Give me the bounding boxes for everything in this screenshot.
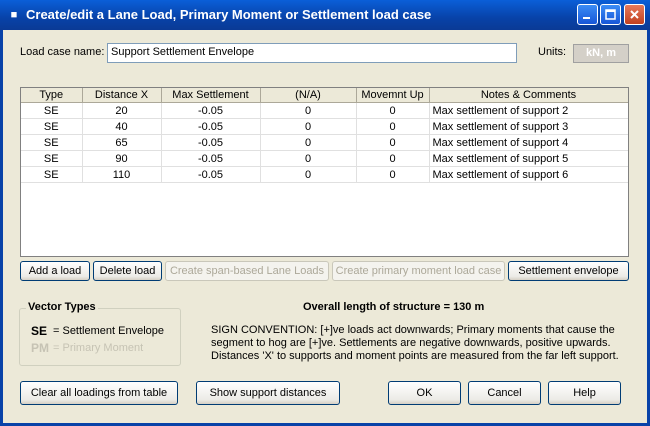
column-header-movement-up[interactable]: Movemnt Up [356,88,430,103]
cell-movement-up[interactable]: 0 [356,118,430,135]
cell-na[interactable]: 0 [260,150,357,167]
cell-movement-up[interactable]: 0 [356,166,430,183]
help-button[interactable]: Help [548,381,621,405]
pm-code: PM [31,341,49,355]
units-field: kN, m [573,44,629,63]
cell-max-settlement[interactable]: -0.05 [161,118,261,135]
window-title: Create/edit a Lane Load, Primary Moment … [26,7,432,22]
cell-distance[interactable]: 90 [82,150,162,167]
show-support-distances-button[interactable]: Show support distances [196,381,340,405]
cell-max-settlement[interactable]: -0.05 [161,166,261,183]
cell-movement-up[interactable]: 0 [356,134,430,151]
cell-movement-up[interactable]: 0 [356,102,430,119]
cell-distance[interactable]: 110 [82,166,162,183]
cell-type[interactable]: SE [21,134,83,151]
table-header-row: Type Distance X Max Settlement (N/A) Mov… [21,88,628,103]
cell-notes[interactable]: Max settlement of support 5 [429,150,628,167]
column-header-na[interactable]: (N/A) [260,88,357,103]
vector-types-title: Vector Types [26,301,98,313]
load-case-name-input[interactable]: Support Settlement Envelope [107,43,517,63]
sign-convention-line-2: segment to hog are [+]ve. Settlements ar… [211,337,611,349]
cell-type[interactable]: SE [21,118,83,135]
cancel-button[interactable]: Cancel [468,381,541,405]
cell-distance[interactable]: 40 [82,118,162,135]
cell-na[interactable]: 0 [260,118,357,135]
clear-all-loadings-button[interactable]: Clear all loadings from table [20,381,178,405]
table-row[interactable]: SE 65 -0.05 0 0 Max settlement of suppor… [21,134,628,151]
create-span-lane-loads-button[interactable]: Create span-based Lane Loads [165,261,329,281]
table-row[interactable]: SE 20 -0.05 0 0 Max settlement of suppor… [21,102,628,119]
sign-convention-line-3: Distances 'X' to supports and moment poi… [211,350,619,362]
create-primary-moment-button[interactable]: Create primary moment load case [332,261,505,281]
cell-na[interactable]: 0 [260,134,357,151]
delete-load-button[interactable]: Delete load [93,261,162,281]
cell-notes[interactable]: Max settlement of support 2 [429,102,628,119]
table-row[interactable]: SE 110 -0.05 0 0 Max settlement of suppo… [21,166,628,183]
cell-max-settlement[interactable]: -0.05 [161,134,261,151]
add-load-button[interactable]: Add a load [20,261,90,281]
pm-description: = Primary Moment [53,342,144,354]
cell-type[interactable]: SE [21,102,83,119]
cell-notes[interactable]: Max settlement of support 6 [429,166,628,183]
cell-notes[interactable]: Max settlement of support 3 [429,118,628,135]
cell-type[interactable]: SE [21,150,83,167]
units-label: Units: [538,46,567,58]
column-header-max-settlement[interactable]: Max Settlement [161,88,261,103]
cell-na[interactable]: 0 [260,166,357,183]
maximize-icon [605,9,616,20]
ok-button[interactable]: OK [388,381,461,405]
column-header-notes[interactable]: Notes & Comments [429,88,628,103]
minimize-icon [583,17,590,19]
cell-distance[interactable]: 65 [82,134,162,151]
cell-na[interactable]: 0 [260,102,357,119]
sign-convention-line-1: SIGN CONVENTION: [+]ve loads act downwar… [211,324,615,336]
column-header-distance[interactable]: Distance X [82,88,162,103]
title-bar: ■ Create/edit a Lane Load, Primary Momen… [0,0,650,30]
close-icon [630,10,639,19]
settlement-envelope-button[interactable]: Settlement envelope [508,261,629,281]
cell-max-settlement[interactable]: -0.05 [161,150,261,167]
close-button[interactable] [624,4,645,25]
cell-notes[interactable]: Max settlement of support 4 [429,134,628,151]
cell-movement-up[interactable]: 0 [356,150,430,167]
minimize-button[interactable] [577,4,598,25]
overall-length-text: Overall length of structure = 130 m [303,301,485,313]
load-case-label: Load case name: [20,46,105,58]
maximize-button[interactable] [600,4,621,25]
column-header-type[interactable]: Type [21,88,83,103]
cell-max-settlement[interactable]: -0.05 [161,102,261,119]
cell-type[interactable]: SE [21,166,83,183]
app-icon: ■ [10,9,18,21]
cell-distance[interactable]: 20 [82,102,162,119]
table-row[interactable]: SE 40 -0.05 0 0 Max settlement of suppor… [21,118,628,135]
se-description: = Settlement Envelope [53,325,164,337]
loads-table[interactable]: Type Distance X Max Settlement (N/A) Mov… [20,87,629,257]
table-row[interactable]: SE 90 -0.05 0 0 Max settlement of suppor… [21,150,628,167]
se-code: SE [31,324,48,338]
